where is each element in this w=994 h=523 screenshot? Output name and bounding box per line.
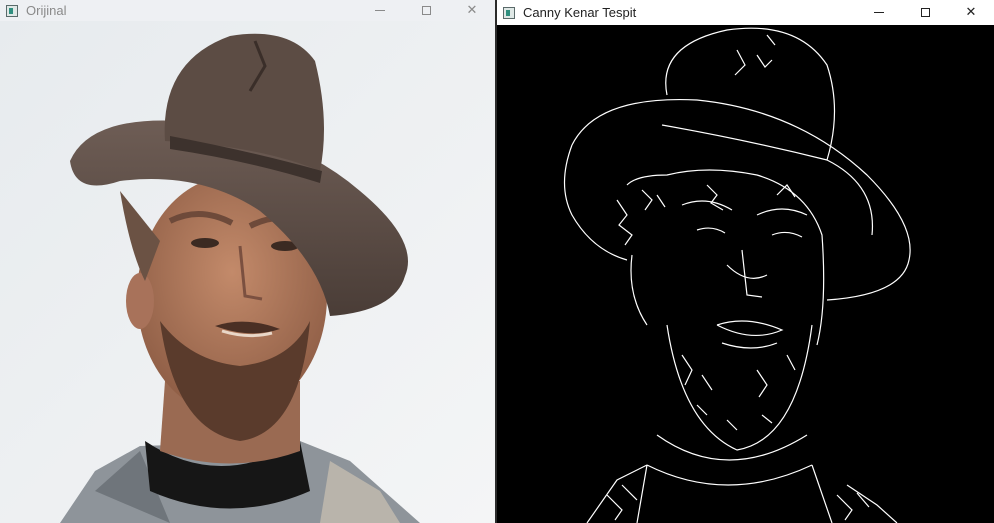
minimize-icon (874, 12, 884, 13)
window-title: Canny Kenar Tespit (523, 5, 637, 20)
edge-map (497, 25, 994, 523)
titlebar-canny[interactable]: Canny Kenar Tespit ✕ (497, 0, 994, 25)
app-icon (503, 6, 515, 19)
original-photo (0, 21, 495, 523)
maximize-button[interactable] (902, 0, 948, 25)
maximize-icon (421, 6, 431, 15)
canny-edge-image (497, 25, 994, 523)
original-image (0, 21, 495, 523)
minimize-button[interactable] (856, 0, 902, 25)
maximize-button[interactable] (403, 0, 449, 21)
titlebar-orijinal[interactable]: Orijinal ✕ (0, 0, 495, 21)
window-orijinal[interactable]: Orijinal ✕ (0, 0, 495, 523)
minimize-button[interactable] (357, 0, 403, 21)
close-icon: ✕ (965, 5, 977, 20)
app-icon (6, 4, 18, 17)
close-button[interactable]: ✕ (449, 0, 495, 21)
window-title: Orijinal (26, 3, 67, 18)
close-icon: ✕ (466, 3, 478, 18)
maximize-icon (920, 8, 930, 17)
minimize-icon (375, 10, 385, 11)
close-button[interactable]: ✕ (948, 0, 994, 25)
window-canny[interactable]: Canny Kenar Tespit ✕ (497, 0, 994, 523)
